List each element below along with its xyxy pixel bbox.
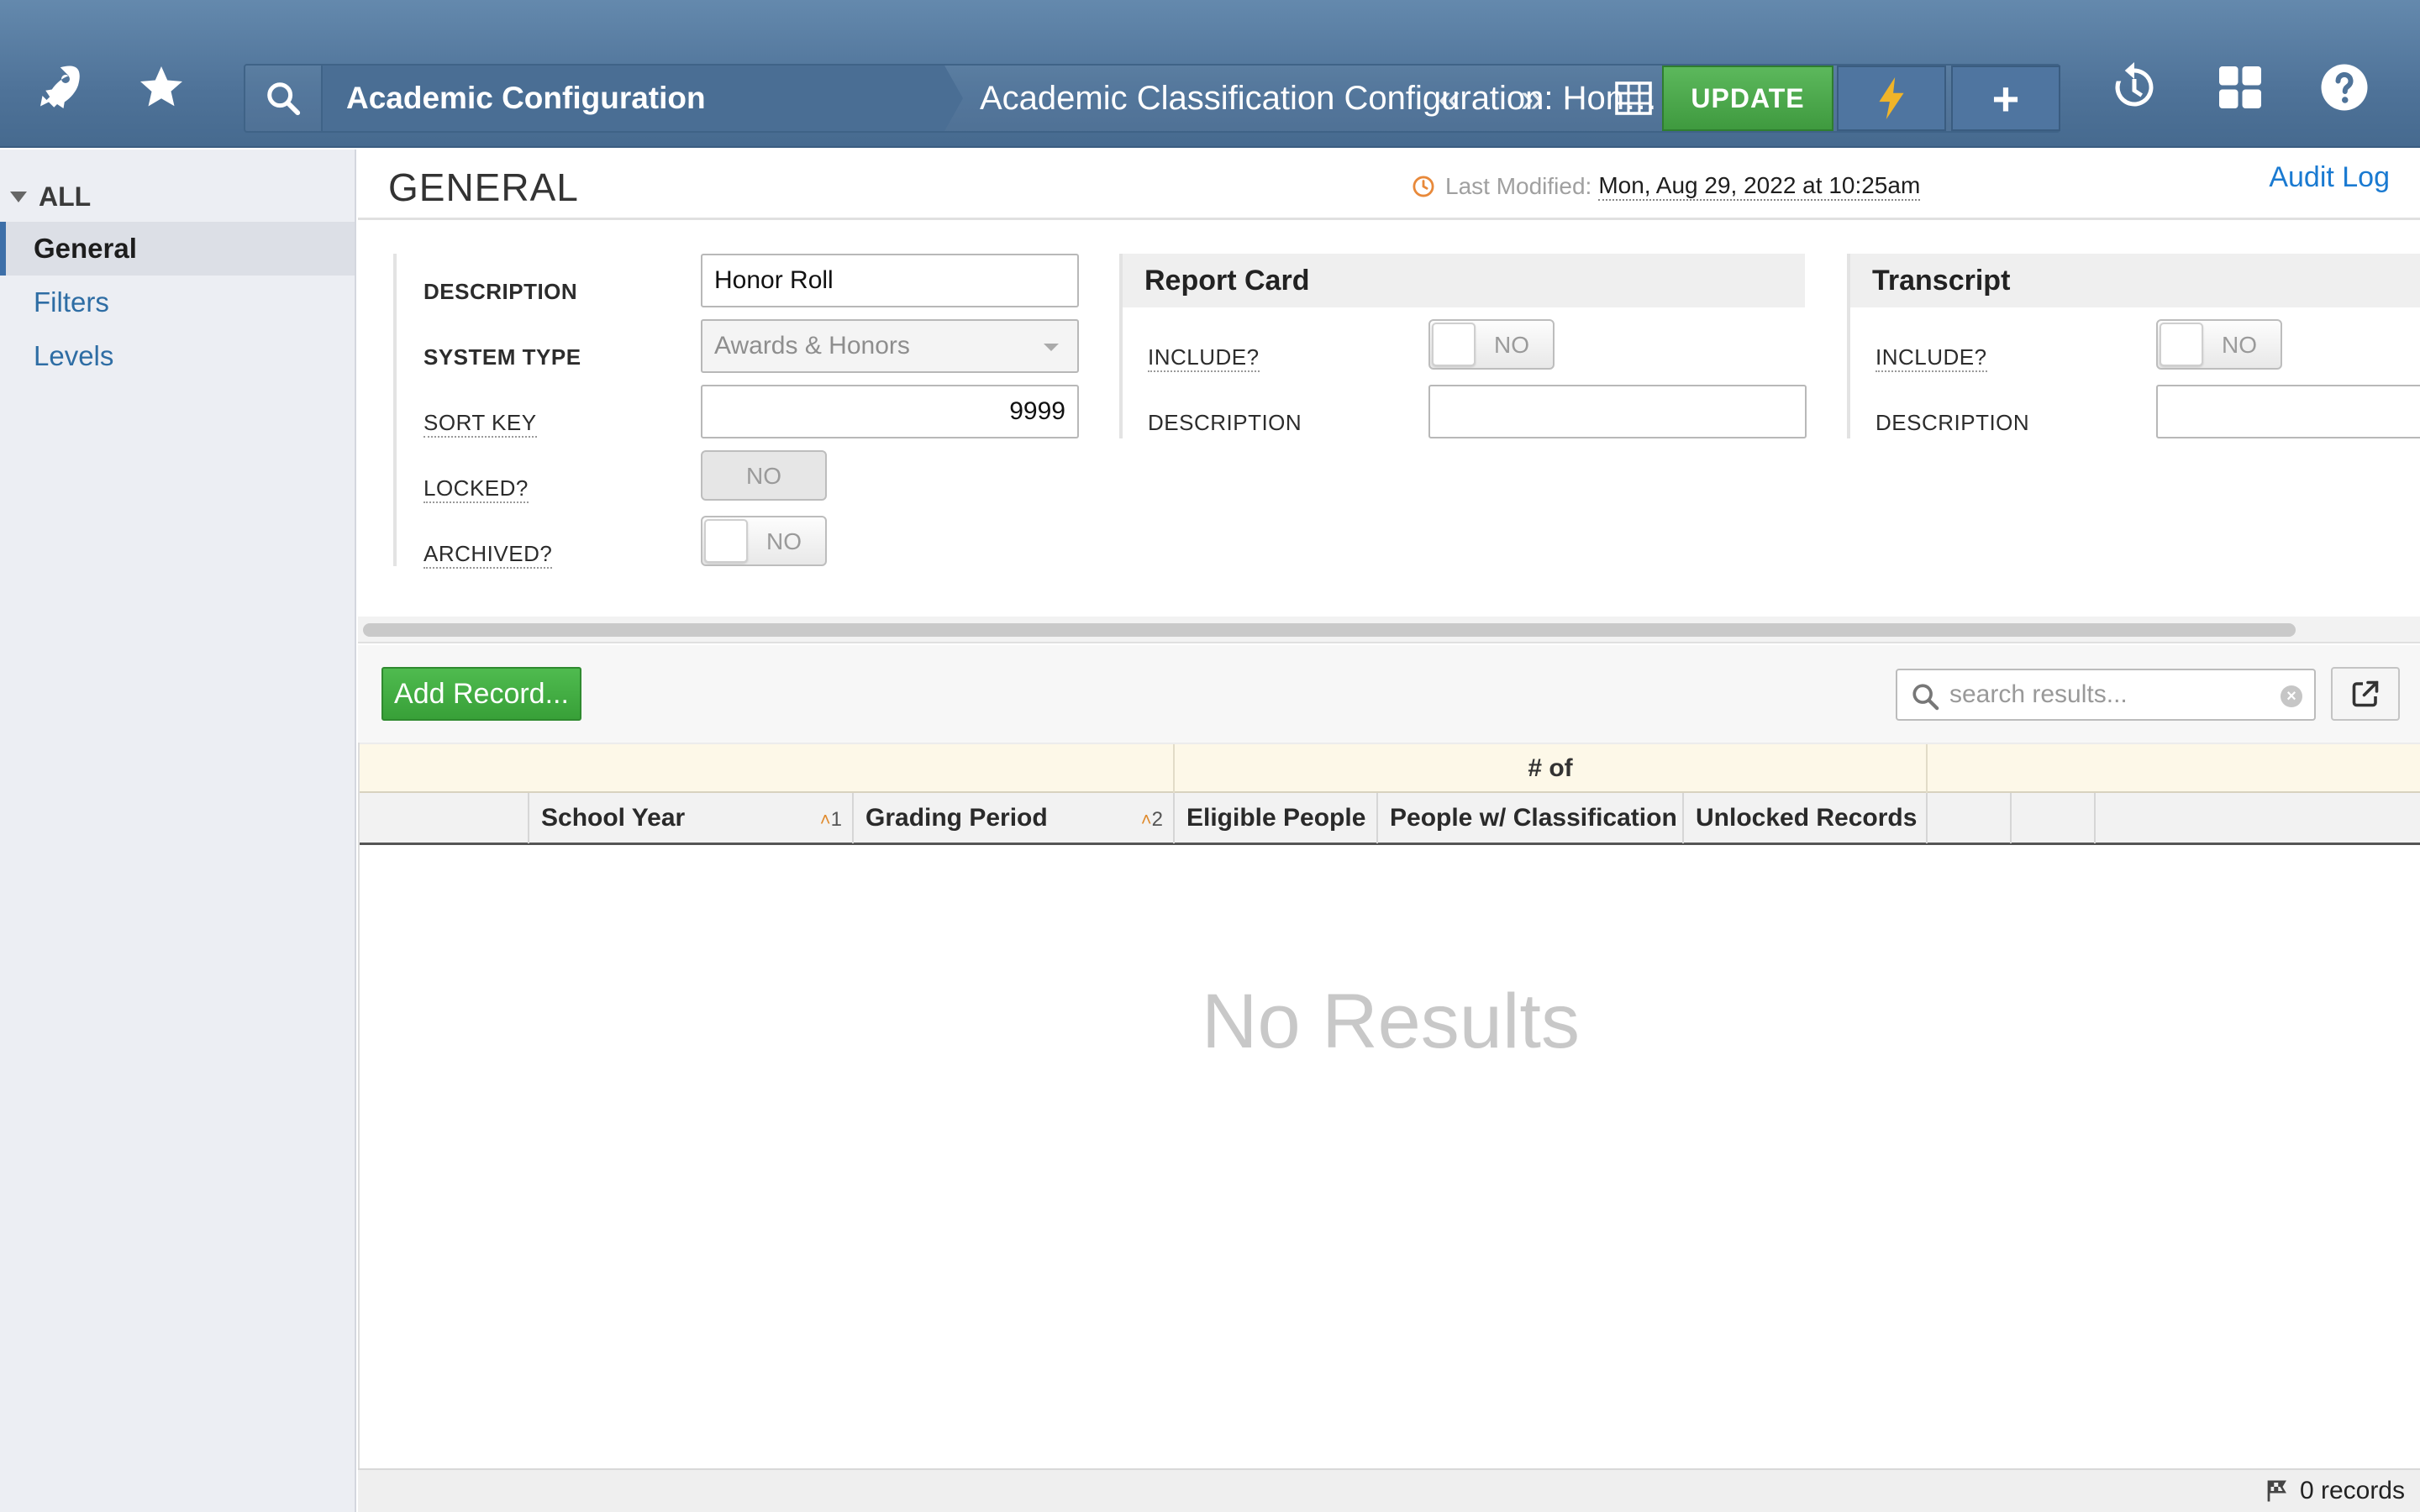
record-count-text: 0 records — [2299, 1477, 2405, 1504]
select-column-header[interactable] — [424, 793, 529, 843]
section-header: GENERAL Last Modified: Mon, Aug 29, 2022… — [358, 150, 2420, 220]
general-form: DESCRIPTION Honor Roll SYSTEM TYPE Award… — [358, 220, 2420, 640]
apps-grid-icon[interactable] — [2213, 60, 2267, 114]
caret-down-icon — [10, 191, 27, 202]
update-button[interactable]: UPDATE — [1662, 66, 1833, 131]
system-type-label: SYSTEM TYPE — [424, 344, 581, 370]
transcript-description-label: DESCRIPTION — [1876, 410, 2030, 435]
sidebar-all-toggle[interactable]: ALL — [10, 178, 91, 215]
breadcrumb: Academic Configuration Academic Classifi… — [244, 64, 2060, 133]
report-card-description-input[interactable] — [1428, 385, 1807, 438]
record-count: 0 records — [2265, 1477, 2405, 1505]
caret-down-icon — [1044, 344, 1059, 351]
column-label: School Year — [541, 804, 686, 832]
sidebar-item-general[interactable]: General — [0, 222, 355, 276]
toggle-knob — [704, 519, 748, 563]
toggle-knob — [1432, 323, 1476, 366]
history-icon[interactable] — [2107, 60, 2161, 114]
external-link-icon — [2352, 680, 2379, 707]
transcript-title: Transcript — [1850, 254, 2420, 307]
flag-icon — [2267, 1480, 2286, 1502]
description-label: DESCRIPTION — [424, 279, 578, 304]
grid-header-row: School Year ˄1 Grading Period ˄2 Eligibl… — [360, 793, 2420, 845]
report-card-include-text: NO — [1494, 332, 1529, 358]
archived-toggle-text: NO — [766, 528, 802, 554]
export-button[interactable] — [2331, 667, 2400, 721]
horizontal-scrollbar[interactable] — [363, 623, 2296, 637]
group-header-empty — [424, 744, 1175, 793]
grid-toolbar: Add Record... search results... × — [358, 645, 2420, 743]
breadcrumb-separator — [944, 66, 963, 131]
archived-label: ARCHIVED? — [424, 541, 553, 569]
report-card-include-label: INCLUDE? — [1148, 344, 1260, 372]
top-navigation-bar: Academic Configuration Academic Classifi… — [0, 0, 2420, 148]
grid-footer: 0 records — [358, 1468, 2420, 1512]
sidebar-item-levels[interactable]: Levels — [0, 329, 355, 383]
sidebar-item-filters[interactable]: Filters — [0, 276, 355, 329]
previous-record-button[interactable]: « — [1420, 66, 1479, 131]
general-fields-group: DESCRIPTION Honor Roll SYSTEM TYPE Award… — [393, 254, 1116, 569]
page-title: GENERAL — [388, 165, 579, 209]
report-card-group: Report Card INCLUDE? NO DESCRIPTION — [1119, 254, 1807, 438]
locked-label: LOCKED? — [424, 475, 529, 503]
sidebar: ALL General Filters Levels — [0, 150, 356, 1512]
locked-toggle-text: NO — [746, 463, 781, 489]
sort-ascending-icon: ˄2 — [1140, 808, 1163, 831]
report-card-description-label: DESCRIPTION — [1148, 410, 1302, 435]
search-icon — [1912, 684, 1939, 711]
transcript-group: Transcript INCLUDE? NO DESCRIPTION — [1847, 254, 2420, 438]
empty-state-text: No Results — [1202, 979, 1580, 1064]
rocket-icon[interactable] — [30, 60, 84, 114]
quick-actions-button[interactable] — [1837, 66, 1946, 131]
group-header-count: # of — [1175, 744, 1928, 793]
column-header-school-year[interactable]: School Year ˄1 — [529, 793, 854, 843]
search-placeholder: search results... — [1949, 680, 2128, 708]
report-card-include-toggle[interactable]: NO — [1428, 319, 1555, 370]
sort-key-input[interactable]: 9999 — [701, 385, 1079, 438]
column-header-grading-period[interactable]: Grading Period ˄2 — [854, 793, 1175, 843]
locked-toggle: NO — [701, 450, 827, 501]
transcript-include-label: INCLUDE? — [1876, 344, 1987, 372]
search-icon[interactable] — [245, 66, 323, 131]
system-type-value: Awards & Honors — [714, 332, 910, 360]
last-modified: Last Modified: Mon, Aug 29, 2022 at 10:2… — [1412, 168, 1921, 205]
grid-group-header-row: # of — [360, 743, 2420, 793]
transcript-include-toggle[interactable]: NO — [2156, 319, 2282, 370]
column-header-unlocked-records[interactable]: Unlocked Records — [1684, 793, 1928, 843]
breadcrumb-root[interactable]: Academic Configuration — [323, 66, 944, 131]
next-record-button[interactable]: » — [1502, 66, 1561, 131]
archived-toggle[interactable]: NO — [701, 516, 827, 566]
help-icon[interactable] — [2317, 60, 2371, 114]
report-card-title: Report Card — [1123, 254, 1805, 307]
column-header-eligible-people[interactable]: Eligible People — [1175, 793, 1378, 843]
search-results-input[interactable]: search results... × — [1896, 669, 2316, 721]
toggle-knob — [2160, 323, 2203, 366]
column-header-action-1[interactable] — [1928, 793, 2012, 843]
column-header-action-2[interactable] — [2012, 793, 2096, 843]
star-icon[interactable] — [134, 60, 188, 114]
column-header-people-with-classification[interactable]: People w/ Classification — [1378, 793, 1684, 843]
sort-ascending-icon: ˄1 — [819, 808, 842, 831]
add-record-button[interactable]: Add Record... — [381, 667, 581, 721]
sidebar-all-label: ALL — [39, 181, 92, 212]
results-grid: # of School Year ˄1 Grading Period ˄2 El… — [358, 743, 2420, 1468]
last-modified-label: Last Modified: — [1445, 173, 1592, 199]
last-modified-value[interactable]: Mon, Aug 29, 2022 at 10:25am — [1598, 172, 1921, 201]
transcript-description-input[interactable] — [2156, 385, 2420, 438]
add-button[interactable]: + — [1951, 66, 2060, 131]
clock-icon — [1413, 176, 1434, 197]
system-type-select[interactable]: Awards & Honors — [701, 319, 1079, 373]
sort-key-label: SORT KEY — [424, 410, 537, 438]
column-label: Grading Period — [865, 804, 1048, 832]
clear-search-icon[interactable]: × — [2281, 685, 2302, 707]
transcript-include-text: NO — [2222, 332, 2257, 358]
description-input[interactable]: Honor Roll — [701, 254, 1079, 307]
audit-log-link[interactable]: Audit Log — [2269, 161, 2390, 194]
bolt-icon — [1879, 77, 1904, 119]
